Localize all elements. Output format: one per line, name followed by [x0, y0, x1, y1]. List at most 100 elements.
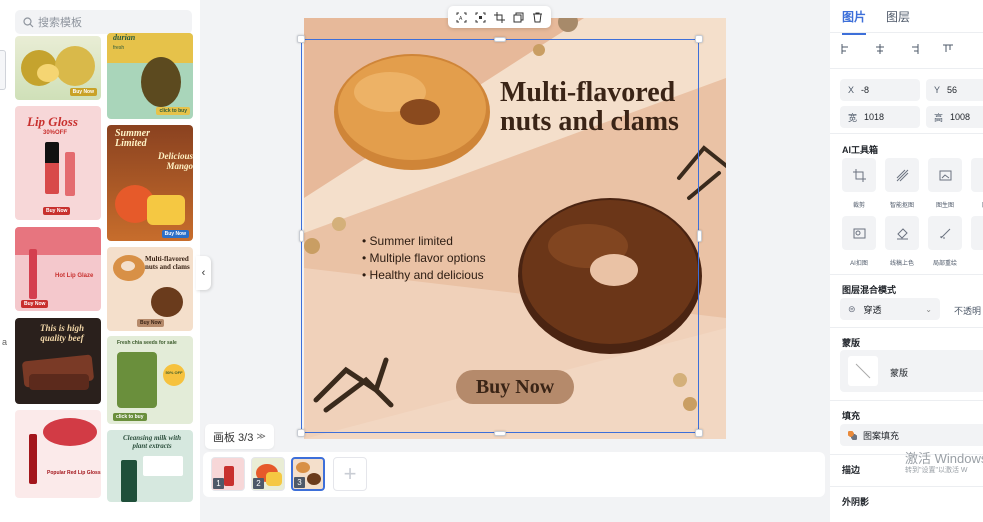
align-right-icon[interactable]: [908, 42, 920, 60]
fill-control[interactable]: 图案填充: [840, 424, 983, 446]
opacity-label: 不透明: [954, 306, 982, 316]
smart-cutout-button[interactable]: [885, 158, 919, 192]
copy-icon[interactable]: [513, 12, 524, 23]
tool-label: 图生图: [935, 203, 954, 209]
local-redraw-button[interactable]: [928, 216, 962, 250]
tool-label: 线稿上色: [889, 261, 914, 267]
artboard-thumb-1[interactable]: 1: [211, 457, 245, 491]
divider: [830, 486, 983, 487]
align-top-icon[interactable]: [942, 42, 954, 60]
trash-icon[interactable]: [532, 12, 543, 23]
blend-mode-select[interactable]: ⊜ 穿透 ⌄: [840, 298, 940, 320]
template-cleansing-milk-title: Cleansing milk with plant extracts: [123, 434, 181, 450]
side-tab-handle[interactable]: [0, 50, 6, 90]
panel-tabs: 图片 图层: [842, 8, 910, 35]
image-tool-button[interactable]: [971, 158, 983, 192]
template-chia-btn: click to buy: [113, 413, 147, 421]
tab-image[interactable]: 图片: [842, 8, 867, 35]
mask-thumb: [848, 356, 878, 386]
resize-handle-tr[interactable]: [695, 35, 703, 43]
tool-label: AI扣图: [850, 261, 868, 267]
cutout-icon: [896, 169, 908, 181]
divider: [830, 327, 983, 328]
artboard-thumb-2[interactable]: 2: [251, 457, 285, 491]
image-toolbar: A: [448, 6, 551, 28]
resize-handle-bottom[interactable]: [494, 431, 506, 436]
thumb-number: 1: [213, 478, 224, 489]
align-center-icon[interactable]: [874, 42, 886, 60]
resize-handle-tl[interactable]: [297, 35, 305, 43]
template-panel: a 搜索模板 Buy Now Lip Gloss 30%OFF Buy Now …: [0, 0, 200, 522]
selection-box[interactable]: [301, 39, 699, 433]
template-bagel[interactable]: Multi-flavored nuts and clams Buy Now: [107, 247, 193, 331]
image-to-image-button[interactable]: [928, 158, 962, 192]
artboard-thumbnail-bar: 1 2 3 +: [203, 452, 825, 497]
template-lip-gloss-title: Lip Gloss: [27, 114, 78, 129]
align-left-icon[interactable]: [840, 42, 852, 60]
windows-activation-watermark: 激活 Windows 转到"设置"以激活 W: [905, 451, 983, 475]
resize-handle-left[interactable]: [299, 230, 304, 242]
editor-app: a 搜索模板 Buy Now Lip Gloss 30%OFF Buy Now …: [0, 0, 983, 522]
width-field[interactable]: 宽 1018: [840, 106, 920, 128]
template-mango-sub: Delicious Mango: [158, 151, 193, 171]
height-field[interactable]: 高 1008: [926, 106, 983, 128]
add-artboard-button[interactable]: +: [333, 457, 367, 491]
ai-cutout-icon: [853, 228, 865, 238]
artboard-selector[interactable]: 画板 3/3 ≫: [205, 424, 274, 449]
template-bagel-title: Multi-flavored nuts and clams: [145, 255, 190, 271]
stroke-title: 描边: [842, 465, 861, 475]
resize-handle-br[interactable]: [695, 429, 703, 437]
template-mango[interactable]: Summer Limited Delicious Mango Buy Now: [107, 125, 193, 241]
template-hot-lip-glaze[interactable]: Hot Lip Glaze Buy Now: [15, 227, 101, 311]
artboard-thumb-3[interactable]: 3: [291, 457, 325, 491]
template-cleansing-milk[interactable]: Cleansing milk with plant extracts: [107, 430, 193, 502]
collapse-panel-button[interactable]: ‹: [196, 256, 211, 290]
template-chia-badge: 50% OFF: [165, 370, 183, 375]
ai-cutout-button[interactable]: [842, 216, 876, 250]
x-field[interactable]: X -8: [840, 79, 920, 101]
template-durian-left-btn: Buy Now: [69, 88, 97, 96]
pattern-fill-icon: [848, 430, 857, 440]
chevron-left-icon: ‹: [201, 267, 206, 279]
thumb-number: 3: [294, 477, 305, 488]
side-marker: a: [2, 337, 8, 347]
resize-handle-right[interactable]: [697, 230, 702, 242]
template-beef[interactable]: This is high quality beef: [15, 318, 101, 404]
search-icon: [23, 16, 34, 27]
template-lip-gloss[interactable]: Lip Gloss 30%OFF Buy Now: [15, 106, 101, 220]
divider: [830, 400, 983, 401]
divider: [830, 32, 983, 33]
bucket-icon: [896, 227, 908, 239]
extra-tool-button[interactable]: [971, 216, 983, 250]
y-field[interactable]: Y 56: [926, 79, 983, 101]
tool-label: 图片: [968, 200, 983, 209]
resize-handle-top[interactable]: [494, 37, 506, 42]
mask-label: 蒙版: [890, 368, 909, 378]
shadow-title: 外阴影: [842, 497, 870, 507]
template-durian-left[interactable]: Buy Now: [15, 36, 101, 100]
template-lip-gloss-sub: 30%OFF: [43, 130, 68, 136]
template-beef-title: This is high quality beef: [39, 323, 85, 343]
crop-icon[interactable]: [494, 11, 505, 23]
template-durian-right-btn: click to buy: [156, 107, 190, 115]
image-icon: [939, 170, 951, 180]
tab-layer[interactable]: 图层: [886, 8, 910, 35]
template-durian-right-sub: fresh: [113, 45, 125, 51]
svg-text:A: A: [459, 16, 463, 22]
blend-mode-title: 图层混合模式: [842, 285, 897, 295]
resize-handle-bl[interactable]: [297, 429, 305, 437]
tool-label: 裁剪: [852, 203, 865, 209]
thumb-number: 2: [253, 478, 264, 489]
line-colorize-button[interactable]: [885, 216, 919, 250]
ocr-icon[interactable]: A: [456, 12, 467, 23]
template-chia[interactable]: Fresh chia seeds for sale 50% OFF click …: [107, 336, 193, 424]
template-lipgloss-red[interactable]: Popular Red Lip Gloss: [15, 410, 101, 498]
template-durian-right[interactable]: durian fresh click to buy: [107, 33, 193, 119]
crop-tool-button[interactable]: [842, 158, 876, 192]
search-input[interactable]: 搜索模板: [15, 10, 192, 34]
mask-control[interactable]: 蒙版: [840, 350, 983, 392]
scan-icon[interactable]: [475, 12, 486, 23]
brush-icon: [940, 228, 950, 238]
chevron-down-icon: ⌄: [925, 304, 932, 314]
properties-panel: 图片 图层 X -8 Y 56 宽 1018 高 1008 AI工具箱 裁剪 智能抠: [830, 0, 983, 522]
